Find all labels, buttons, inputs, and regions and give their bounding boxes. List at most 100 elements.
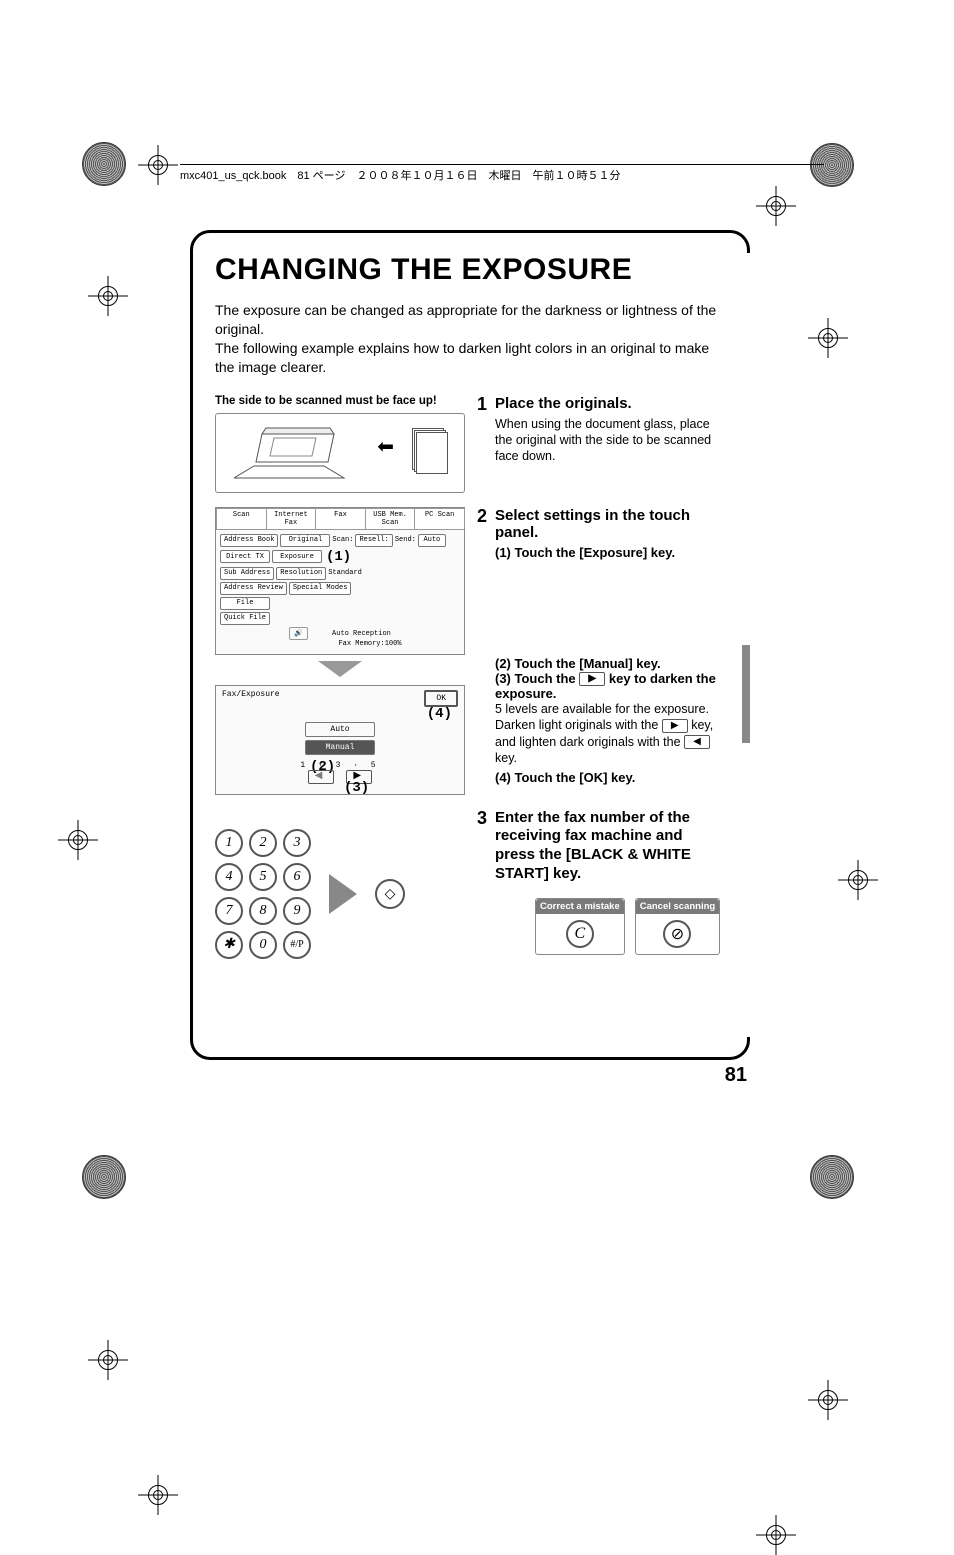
step-2-sub1: (1) Touch the [Exposure] key.	[495, 545, 725, 560]
val-standard: Standard	[328, 569, 362, 577]
tab-pcscan[interactable]: PC Scan	[414, 508, 465, 529]
reg-cross-ml	[58, 820, 98, 860]
step-2-sub2: (2) Touch the [Manual] key.	[495, 656, 725, 671]
manual-button[interactable]: Manual	[305, 740, 375, 755]
reg-cross-tr	[756, 186, 796, 226]
step-1-row: The side to be scanned must be face up! …	[215, 395, 725, 493]
key-address-review[interactable]: Address Review	[220, 582, 287, 595]
panel2-title: Fax/Exposure	[222, 690, 458, 699]
key-5[interactable]: 5	[249, 863, 277, 891]
darken-key-icon-2: ▶	[662, 719, 688, 733]
callout-4: (4)	[427, 706, 452, 722]
key-9[interactable]: 9	[283, 897, 311, 925]
reg-cross-mr	[838, 860, 878, 900]
ok-button[interactable]: OK	[424, 690, 458, 707]
reg-cross-tr2	[808, 318, 848, 358]
step-3-row: 1 2 3 4 5 6 7 8 9 ✱ 0 #/P ◇ 3	[215, 809, 725, 959]
step-2-note: 5 levels are available for the exposure.…	[495, 701, 725, 766]
intro-text: The exposure can be changed as appropria…	[215, 301, 725, 377]
proceed-arrow-icon	[329, 874, 357, 914]
cancel-scanning-label: Cancel scanning	[636, 899, 720, 914]
key-resell[interactable]: Resell:	[355, 534, 392, 547]
step-2-sub4: (4) Touch the [OK] key.	[495, 770, 725, 785]
print-header: mxc401_us_qck.book 81 ページ ２００８年１０月１６日 木曜…	[180, 164, 824, 183]
key-resolution[interactable]: Resolution	[276, 567, 326, 580]
step-3-title: Enter the fax number of the receiving fa…	[495, 809, 725, 884]
reg-cross-bl	[138, 1475, 178, 1515]
key-special-modes[interactable]: Special Modes	[289, 582, 352, 595]
key-0[interactable]: 0	[249, 931, 277, 959]
page-title: CHANGING THE EXPOSURE	[215, 253, 725, 287]
tab-ifax[interactable]: Internet Fax	[266, 508, 317, 529]
step-number-1: 1	[477, 395, 495, 493]
bw-start-key[interactable]: ◇	[375, 879, 405, 909]
flow-arrow-icon	[318, 661, 362, 677]
key-4[interactable]: 4	[215, 863, 243, 891]
clear-key[interactable]: C	[566, 920, 594, 948]
tab-usb[interactable]: USB Mem. Scan	[365, 508, 416, 529]
key-1[interactable]: 1	[215, 829, 243, 857]
reg-cross-bl2	[88, 1340, 128, 1380]
intro-line-2: The following example explains how to da…	[215, 340, 709, 375]
page-number: 81	[725, 1064, 747, 1087]
reg-mark-tl	[82, 142, 126, 186]
correct-mistake-label: Correct a mistake	[536, 899, 624, 914]
key-6[interactable]: 6	[283, 863, 311, 891]
lighten-key-icon: ◀	[684, 735, 710, 749]
intro-line-1: The exposure can be changed as appropria…	[215, 302, 716, 337]
reg-cross-br2	[808, 1380, 848, 1420]
key-8[interactable]: 8	[249, 897, 277, 925]
key-hash[interactable]: #/P	[283, 931, 311, 959]
footer-auto-rec: Auto Reception	[332, 630, 391, 638]
section-tabs	[742, 253, 750, 1037]
auto-button[interactable]: Auto	[305, 722, 375, 737]
reg-cross-tl	[138, 145, 178, 185]
scan-caption: The side to be scanned must be face up!	[215, 395, 465, 407]
key-sub-address[interactable]: Sub Address	[220, 567, 274, 580]
step-2-title: Select settings in the touch panel.	[495, 507, 725, 541]
key-address-book[interactable]: Address Book	[220, 534, 278, 547]
cancel-scanning-box: Cancel scanning ⊘	[635, 898, 721, 955]
adf-drawing	[234, 426, 364, 480]
touch-panel-2: Fax/Exposure OK (4) Auto Manual (2) 1 · …	[215, 685, 465, 795]
paper-stack-icon	[410, 428, 448, 434]
footer-fax-mem: Fax Memory:100%	[338, 640, 401, 648]
step-1-body: When using the document glass, place the…	[495, 416, 725, 465]
numeric-keypad: 1 2 3 4 5 6 7 8 9 ✱ 0 #/P	[215, 829, 311, 959]
key-original[interactable]: Original	[280, 534, 330, 547]
key-3[interactable]: 3	[283, 829, 311, 857]
touch-panel-1: Scan Internet Fax Fax USB Mem. Scan PC S…	[215, 507, 465, 655]
reg-mark-bl	[82, 1155, 126, 1199]
step-number-3: 3	[477, 809, 495, 959]
correct-mistake-box: Correct a mistake C	[535, 898, 625, 955]
key-direct-tx[interactable]: Direct TX	[220, 550, 270, 563]
speaker-icon[interactable]: 🔊	[289, 627, 308, 640]
lbl-send: Send:	[395, 536, 416, 544]
callout-3: (3)	[344, 780, 369, 796]
step-2-row: Scan Internet Fax Fax USB Mem. Scan PC S…	[215, 507, 725, 795]
darken-key-icon: ▶	[579, 672, 605, 686]
tab-scan[interactable]: Scan	[216, 508, 267, 529]
reg-cross-tl2	[88, 276, 128, 316]
reg-mark-br	[810, 1155, 854, 1199]
exposure-scale: 1 · 3 · 5	[222, 761, 458, 770]
callout-1: (1)	[326, 549, 351, 565]
key-exposure[interactable]: Exposure	[272, 550, 322, 563]
page-frame: CHANGING THE EXPOSURE The exposure can b…	[190, 230, 750, 1060]
key-2[interactable]: 2	[249, 829, 277, 857]
key-auto-send[interactable]: Auto	[418, 534, 446, 547]
reg-cross-br	[756, 1515, 796, 1555]
key-file[interactable]: File	[220, 597, 270, 610]
stop-key[interactable]: ⊘	[663, 920, 691, 948]
key-quick-file[interactable]: Quick File	[220, 612, 270, 625]
insert-arrow-icon: ⬅	[377, 434, 394, 459]
key-7[interactable]: 7	[215, 897, 243, 925]
key-star[interactable]: ✱	[215, 931, 243, 959]
scanner-illustration: ⬅	[215, 413, 465, 493]
step-2-sub3: (3) Touch the ▶ key to darken the exposu…	[495, 671, 725, 702]
tab-fax[interactable]: Fax	[315, 508, 366, 529]
lbl-scan: Scan:	[332, 536, 353, 544]
step-number-2: 2	[477, 507, 495, 795]
lighten-button[interactable]	[308, 770, 334, 784]
step-1-title: Place the originals.	[495, 395, 725, 412]
